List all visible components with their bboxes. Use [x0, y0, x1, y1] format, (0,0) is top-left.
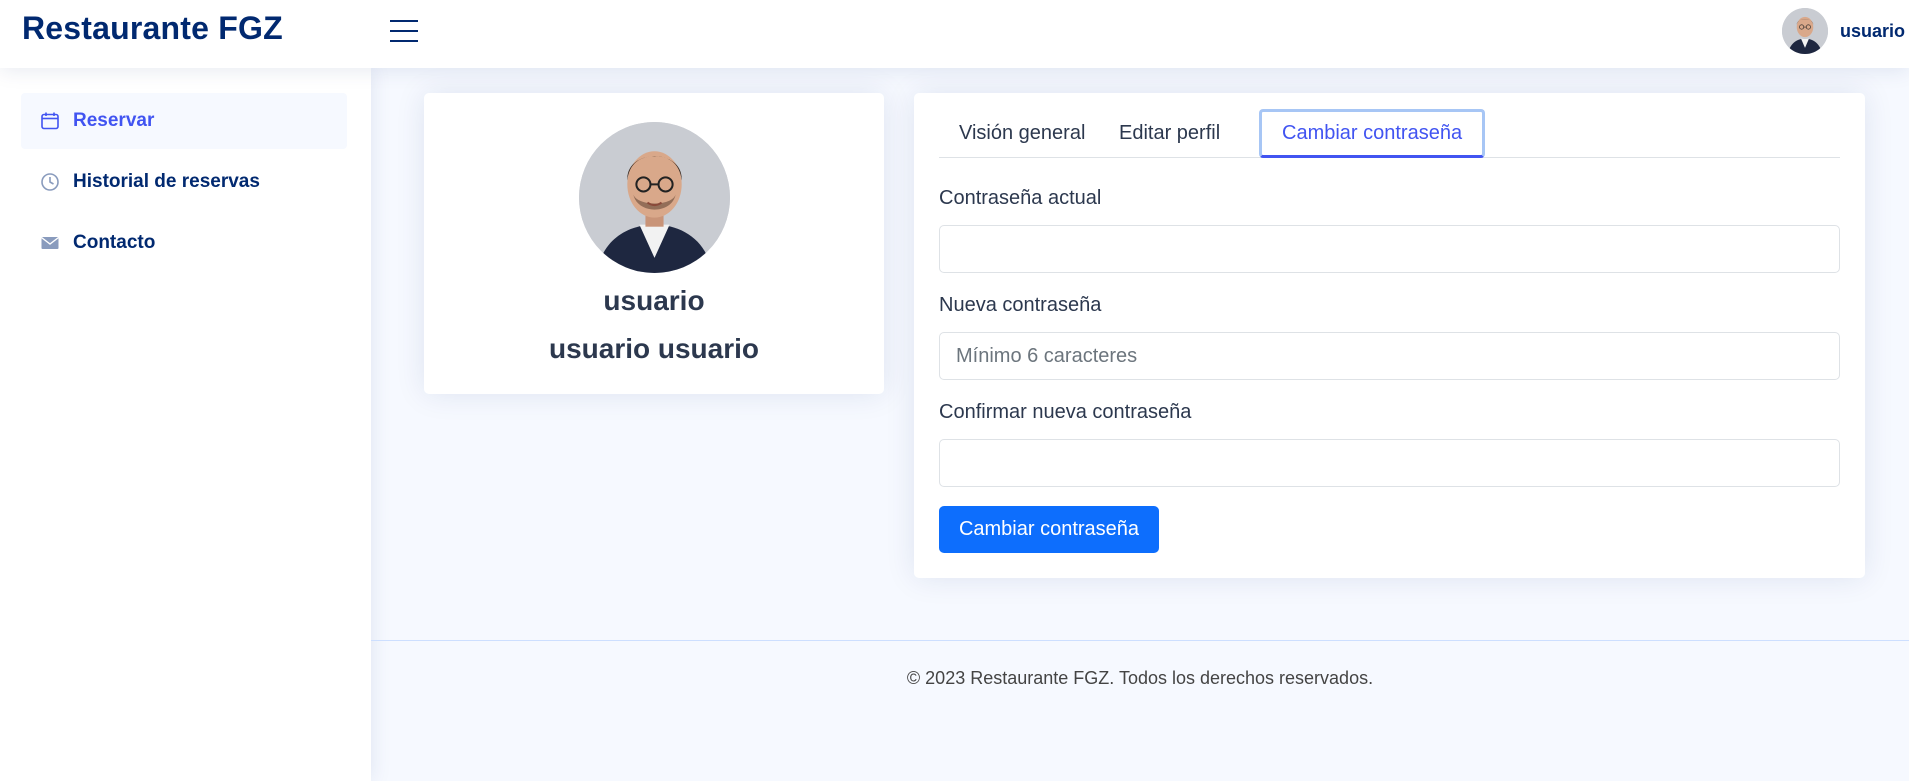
- profile-card: usuario usuario usuario: [424, 93, 884, 394]
- hamburger-menu-icon[interactable]: [388, 16, 420, 46]
- profile-tabs: Visión general Editar perfil Cambiar con…: [939, 109, 1840, 158]
- sidebar-item-reservar[interactable]: Reservar: [21, 93, 347, 149]
- sidebar-item-historial[interactable]: Historial de reservas: [21, 154, 347, 210]
- sidebar: Reservar Historial de reservas Contacto: [0, 68, 371, 781]
- sidebar-item-label: Contacto: [73, 232, 156, 253]
- profile-full-name: usuario usuario: [548, 333, 760, 364]
- profile-username: usuario: [603, 285, 705, 316]
- envelope-icon: [39, 232, 61, 254]
- tab-vision-general[interactable]: Visión general: [939, 109, 1105, 158]
- avatar: [579, 122, 730, 273]
- current-password-label: Contraseña actual: [939, 187, 1102, 209]
- copyright-text: © 2023 Restaurante FGZ. Todos los derech…: [906, 668, 1374, 688]
- clock-icon: [39, 171, 61, 193]
- password-card: Visión general Editar perfil Cambiar con…: [914, 93, 1865, 578]
- current-password-field[interactable]: [939, 225, 1840, 273]
- brand-logo[interactable]: Restaurante FGZ: [22, 10, 283, 47]
- avatar: [1782, 8, 1828, 54]
- sidebar-item-contacto[interactable]: Contacto: [21, 215, 347, 271]
- change-password-button[interactable]: Cambiar contraseña: [939, 506, 1159, 553]
- tab-cambiar-contrasena[interactable]: Cambiar contraseña: [1259, 109, 1486, 158]
- sidebar-item-label: Reservar: [73, 110, 155, 131]
- footer: © 2023 Restaurante FGZ. Todos los derech…: [371, 640, 1909, 781]
- new-password-field[interactable]: [939, 332, 1840, 380]
- user-name: usuario: [1840, 20, 1906, 41]
- confirm-password-field[interactable]: [939, 439, 1840, 487]
- new-password-label: Nueva contraseña: [939, 294, 1102, 316]
- calendar-icon: [39, 110, 61, 132]
- sidebar-item-label: Historial de reservas: [73, 171, 260, 192]
- tab-editar-perfil[interactable]: Editar perfil: [1099, 109, 1240, 158]
- user-menu[interactable]: usuario ▾: [1782, 8, 1909, 54]
- top-header: Restaurante FGZ usuario ▾: [0, 0, 1909, 68]
- confirm-password-label: Confirmar nueva contraseña: [939, 401, 1192, 423]
